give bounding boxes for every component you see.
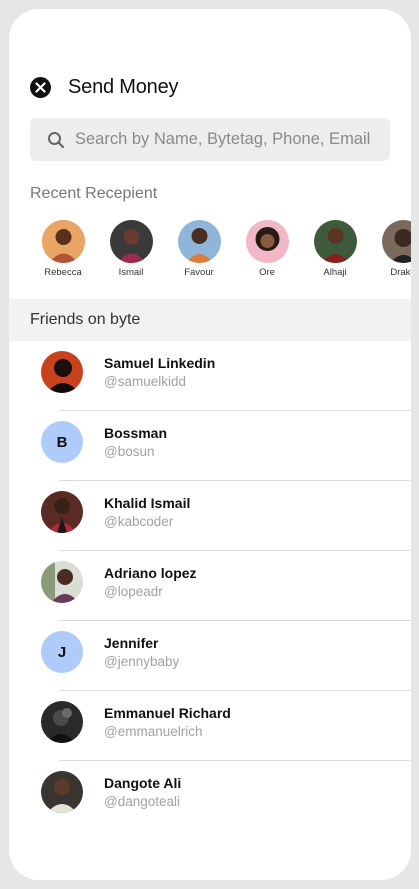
recent-recipient-ismail[interactable]: Ismail	[101, 220, 161, 278]
recent-recipient-drake[interactable]: Drake	[373, 220, 411, 278]
friend-name: Emmanuel Richard	[104, 705, 231, 721]
friends-section-label: Friends on byte	[30, 311, 141, 328]
recent-recipient-name: Rebecca	[44, 267, 82, 278]
page-title: Send Money	[68, 75, 179, 98]
recent-recipient-name: Alhaji	[323, 267, 347, 278]
avatar-initial: J	[41, 631, 83, 673]
recent-recipient-name: Favour	[184, 267, 214, 278]
recent-recipients-row[interactable]: Rebecca Ismail Favour Ore Alhaji Drak	[33, 220, 411, 290]
recent-recipient-favour[interactable]: Favour	[169, 220, 229, 278]
friend-row-samuel-linkedin[interactable]: Samuel Linkedin @samuelkidd	[9, 341, 411, 411]
friend-name: Adriano lopez	[104, 565, 197, 581]
friend-handle: @bosun	[104, 444, 155, 459]
friend-row-emmanuel-richard[interactable]: Emmanuel Richard @emmanuelrich	[9, 691, 411, 761]
friend-row-jennifer[interactable]: J Jennifer @jennybaby	[9, 621, 411, 691]
search-bar[interactable]	[30, 118, 390, 161]
avatar	[41, 491, 83, 533]
avatar	[41, 771, 83, 813]
recent-recipient-ore[interactable]: Ore	[237, 220, 297, 278]
recent-recipient-name: Ismail	[118, 267, 144, 278]
friend-handle: @kabcoder	[104, 514, 174, 529]
avatar-initial: B	[41, 421, 83, 463]
search-input[interactable]	[73, 129, 377, 150]
recent-recipient-name: Drake	[390, 267, 411, 278]
search-icon	[48, 131, 65, 148]
avatar	[41, 220, 85, 263]
friend-row-adriano-lopez[interactable]: Adriano lopez @lopeadr	[9, 551, 411, 621]
friend-row-dangote-ali[interactable]: Dangote Ali @dangoteali	[9, 761, 411, 831]
avatar	[41, 701, 83, 743]
avatar	[41, 351, 83, 393]
phone-screen: Send Money Recent Recepient Rebecca Isma…	[9, 9, 411, 880]
avatar	[313, 220, 357, 263]
friend-name: Khalid Ismail	[104, 495, 191, 511]
friend-row-khalid-ismail[interactable]: Khalid Ismail @kabcoder	[9, 481, 411, 551]
avatar	[41, 561, 83, 603]
friend-handle: @samuelkidd	[104, 374, 186, 389]
friend-name: Bossman	[104, 425, 168, 441]
recent-recipient-rebecca[interactable]: Rebecca	[33, 220, 93, 278]
friend-handle: @dangoteali	[104, 794, 181, 809]
avatar	[245, 220, 289, 263]
friend-handle: @emmanuelrich	[104, 724, 203, 739]
recent-recipient-label: Recent Recepient	[30, 185, 158, 202]
friend-name: Jennifer	[104, 635, 159, 651]
avatar	[109, 220, 153, 263]
friend-name: Samuel Linkedin	[104, 355, 216, 371]
avatar	[177, 220, 221, 263]
friend-row-bossman[interactable]: B Bossman @bosun	[9, 411, 411, 481]
close-icon[interactable]	[30, 76, 51, 98]
friend-handle: @lopeadr	[104, 584, 163, 599]
avatar	[381, 220, 411, 263]
friend-name: Dangote Ali	[104, 775, 182, 791]
recent-recipient-alhaji[interactable]: Alhaji	[305, 220, 365, 278]
header: Send Money	[30, 72, 178, 102]
friend-handle: @jennybaby	[104, 654, 180, 669]
recent-recipient-name: Ore	[259, 267, 275, 278]
friends-section-header: Friends on byte	[9, 299, 411, 341]
